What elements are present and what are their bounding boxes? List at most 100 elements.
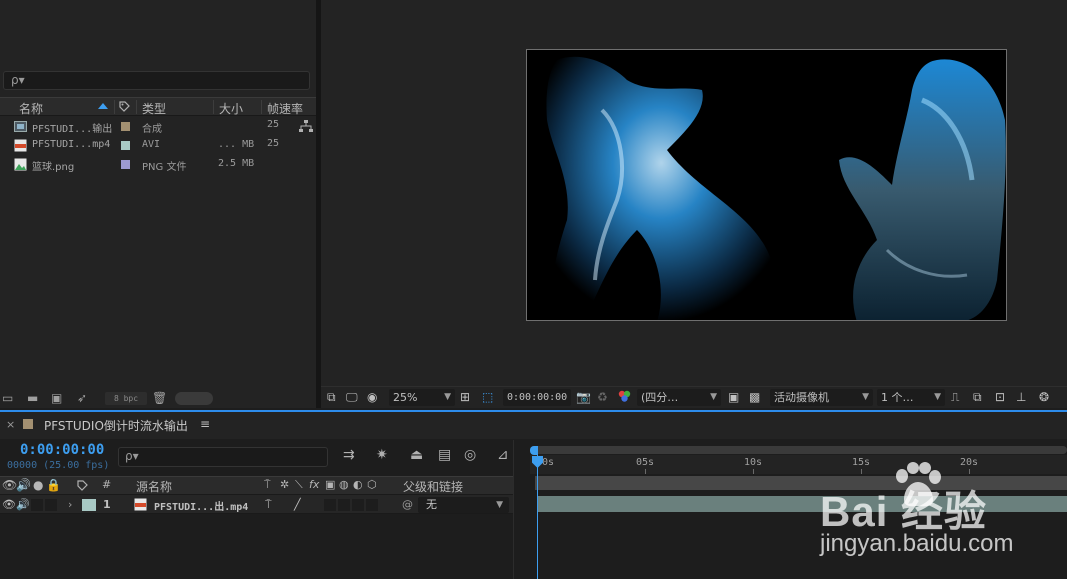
frame-blend-switch-icon[interactable]: ▣ — [325, 478, 335, 491]
graph-editor-icon[interactable]: ⊿ — [497, 447, 509, 463]
project-item[interactable]: 篮球.png PNG 文件 2.5 MB — [0, 155, 298, 174]
label-tag-icon[interactable] — [77, 480, 88, 494]
chevron-down-icon: ▼ — [710, 392, 717, 402]
frame-blending-icon[interactable]: ▤ — [438, 447, 451, 463]
timeline-pane-divider[interactable] — [513, 440, 530, 579]
layer-index: 1 — [103, 498, 111, 511]
composition-flowchart-icon[interactable]: ⇉ — [343, 447, 355, 463]
project-item[interactable]: PFSTUDI...mp4 AVI ... MB 25 — [0, 136, 298, 155]
switch-box[interactable] — [352, 499, 364, 511]
close-icon[interactable]: × — [6, 418, 15, 431]
mask-icon[interactable]: ◉ — [367, 390, 377, 404]
eye-icon[interactable]: 👁 — [2, 498, 16, 511]
label-tag-icon[interactable] — [119, 101, 130, 112]
quality-switch-icon[interactable]: ╱ — [294, 498, 301, 511]
motion-blur-switch-icon[interactable]: ◍ — [339, 478, 349, 491]
region-of-interest-icon[interactable]: ⬚ — [482, 390, 493, 404]
pick-whip-icon[interactable]: @ — [402, 498, 413, 511]
adjustment-switch-icon[interactable]: ◐ — [353, 478, 363, 491]
time-navigator[interactable] — [530, 446, 1067, 454]
image-file-icon — [14, 158, 27, 171]
timeline-tab-bar: × PFSTUDIO倒计时流水输出 ≡ — [0, 412, 1067, 439]
audio-icon[interactable]: 🔊 — [16, 498, 30, 511]
work-area-bar[interactable] — [535, 476, 1067, 490]
column-size[interactable]: 大小 — [219, 100, 243, 117]
camera-select[interactable]: 活动摄像机 ▼ — [770, 389, 873, 406]
new-composition-icon[interactable]: ▣ — [51, 391, 62, 405]
views-select[interactable]: 1 个… ▼ — [877, 389, 945, 406]
project-search-input[interactable]: ρ▾ — [3, 71, 310, 90]
exposure-icon[interactable]: ❂ — [1039, 390, 1049, 404]
bit-depth-button[interactable]: 8 bpc — [105, 392, 147, 405]
chevron-down-icon: ▼ — [862, 392, 869, 402]
parent-select[interactable]: 无 ▼ — [418, 497, 509, 513]
grid-icon[interactable]: ⊞ — [460, 390, 470, 404]
project-item[interactable]: PFSTUDI...输出 合成 25 — [0, 117, 298, 136]
time-navigator-start-handle[interactable] — [530, 446, 538, 455]
flowchart-icon[interactable]: ⊥ — [1016, 390, 1026, 404]
layer-row[interactable]: 👁 🔊 › 1 PFSTUDI...出.mp4 ⍑ ╱ @ 无 ▼ — [0, 494, 513, 514]
lock-toggle[interactable] — [45, 499, 57, 511]
3d-layer-switch-icon[interactable]: ⬡ — [367, 478, 377, 491]
trash-icon[interactable]: 🗑 — [152, 391, 167, 405]
monitor-icon[interactable]: 🖵 — [346, 390, 358, 405]
label-swatch[interactable] — [121, 141, 130, 150]
switch-box[interactable] — [366, 499, 378, 511]
chevron-right-icon[interactable]: › — [68, 498, 72, 511]
show-snapshot-icon[interactable]: ♻ — [597, 390, 608, 404]
interpret-footage-icon[interactable]: ▭ — [2, 391, 13, 405]
always-preview-icon[interactable]: ⧉ — [327, 390, 336, 405]
layer-label-swatch[interactable] — [82, 499, 96, 511]
toggle-view-icon[interactable]: ⎍ — [951, 390, 959, 405]
column-index[interactable]: # — [102, 478, 111, 491]
solo-toggle[interactable] — [31, 499, 43, 511]
lock-icon[interactable]: 🔒 — [46, 478, 61, 492]
switch-box[interactable] — [324, 499, 336, 511]
ruler-tick — [969, 469, 970, 474]
audio-icon[interactable]: 🔊 — [16, 478, 31, 492]
collapse-switch-icon[interactable]: ✲ — [280, 478, 289, 491]
timeline-search-input[interactable]: ρ▾ — [118, 447, 328, 467]
column-frame-rate[interactable]: 帧速率 — [267, 100, 303, 117]
shy-switch-icon[interactable]: ⍑ — [264, 478, 271, 492]
quality-switch-icon[interactable]: ⟍ — [295, 478, 303, 492]
panel-menu-icon[interactable]: ≡ — [200, 417, 210, 431]
timeline-tab-title[interactable]: PFSTUDIO倒计时流水输出 — [44, 417, 188, 434]
solo-icon[interactable]: ● — [33, 478, 43, 492]
timeline-icon[interactable]: ⊡ — [995, 390, 1005, 404]
resolution-select[interactable]: (四分… ▼ — [637, 389, 721, 406]
zoom-select[interactable]: 25% ▼ — [389, 389, 455, 406]
fast-preview-icon[interactable]: ▣ — [728, 390, 739, 404]
shy-switch-icon[interactable]: ⍑ — [265, 498, 272, 512]
current-time-display[interactable]: 0:00:00:00 — [503, 389, 571, 406]
time-ruler[interactable]: 00s 05s 10s 15s 20s — [530, 455, 1067, 474]
column-name[interactable]: 名称 — [19, 100, 43, 117]
label-swatch[interactable] — [121, 160, 130, 169]
snapshot-icon[interactable]: 📷 — [576, 390, 591, 404]
new-folder-icon[interactable]: ▬ — [27, 391, 38, 405]
channel-icon[interactable] — [618, 390, 631, 406]
reset-exposure-icon[interactable]: ⧉ — [973, 390, 982, 405]
column-source-name[interactable]: 源名称 — [136, 478, 172, 495]
ruler-tick — [861, 469, 862, 474]
horizontal-scrollbar[interactable] — [175, 392, 213, 405]
preview-image — [527, 50, 1006, 320]
motion-blur-icon[interactable]: ◎ — [464, 447, 476, 463]
draft-3d-icon[interactable]: ✷ — [376, 447, 388, 463]
sort-ascending-icon[interactable] — [98, 103, 108, 109]
flowchart-icon[interactable] — [299, 120, 313, 136]
search-icon[interactable]: ρ▾ — [11, 73, 25, 87]
composition-frame[interactable] — [526, 49, 1007, 321]
switch-box[interactable] — [338, 499, 350, 511]
column-parent-link[interactable]: 父级和链接 — [403, 478, 463, 495]
eye-icon[interactable]: 👁 — [2, 478, 17, 492]
label-swatch[interactable] — [121, 122, 130, 131]
render-queue-icon[interactable]: ➶ — [77, 391, 87, 405]
column-type[interactable]: 类型 — [142, 100, 166, 117]
effects-switch-icon[interactable]: fx — [309, 478, 319, 491]
current-time-indicator[interactable]: 0:00:00:00 — [20, 442, 104, 458]
shy-layers-icon[interactable]: ⏏ — [410, 447, 423, 463]
layer-duration-bar[interactable] — [537, 496, 1067, 512]
transparency-grid-icon[interactable]: ▩ — [749, 390, 760, 404]
layer-name[interactable]: PFSTUDI...出.mp4 — [154, 498, 248, 513]
